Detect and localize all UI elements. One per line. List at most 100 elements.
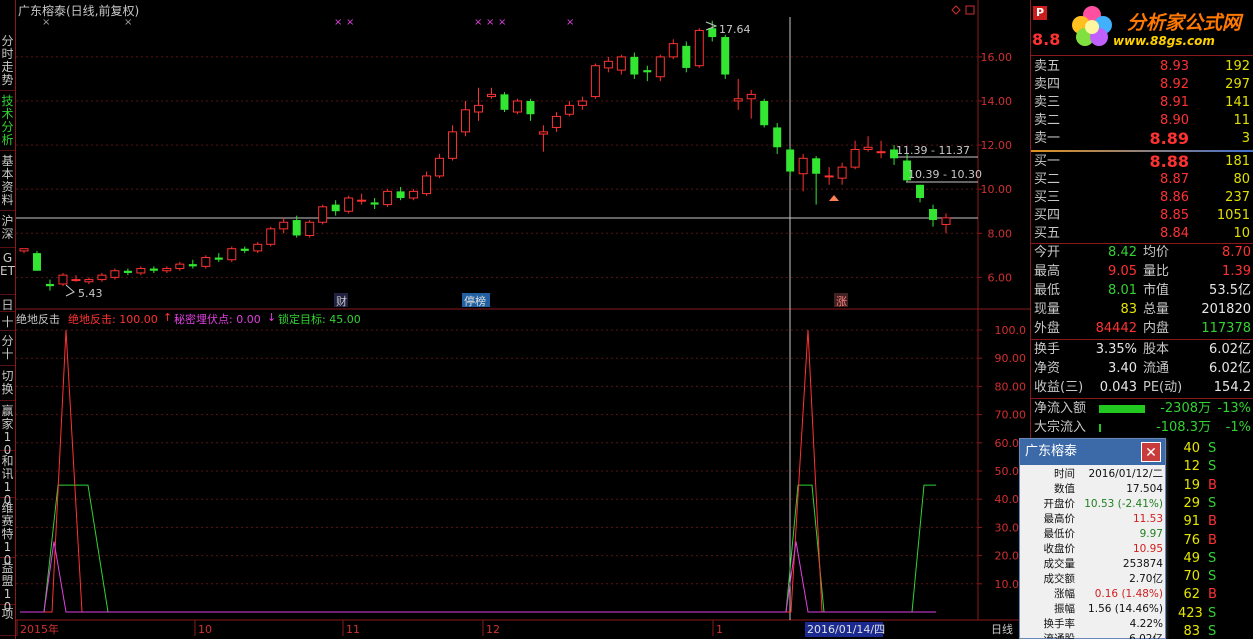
left-tab-9[interactable]: 赢家10 [0, 403, 15, 457]
book-label: 卖二 [1034, 113, 1061, 128]
site-logo: 分析家公式网 www.88gs.com [1057, 0, 1253, 52]
popup-value: 6.02亿 [1129, 633, 1163, 639]
popup-row: 开盘价 10.53 (-2.41%) [1020, 497, 1167, 512]
popup-value: 17.504 [1126, 483, 1163, 495]
tick-row: 40 S [1178, 440, 1253, 458]
p-badge[interactable]: P [1033, 6, 1047, 20]
candle [32, 250, 41, 271]
left-tab-13[interactable]: 项 [0, 606, 15, 636]
left-tab-0[interactable]: 分时走势 [0, 33, 15, 91]
book-price: 8.85 [1160, 208, 1189, 223]
tick-row: 19 B [1178, 477, 1253, 495]
stat-key: 最低 [1034, 283, 1061, 298]
stat-value: 8.70 [1222, 245, 1251, 260]
tick-volume: 423 [1178, 605, 1203, 621]
signal-mark: × [474, 17, 482, 28]
left-tab-3[interactable]: 沪深 [0, 213, 15, 248]
left-tab-7[interactable]: 分十 [0, 333, 15, 366]
book-price: 8.84 [1160, 226, 1189, 241]
indicator-y-tick: 100.0 [995, 324, 1027, 337]
tick-side: S [1208, 441, 1217, 456]
left-tab-8[interactable]: 切换 [0, 368, 15, 401]
event-label[interactable]: 停榜 [464, 294, 486, 308]
y-tick-label: 16.00 [981, 51, 1013, 64]
candle [733, 78, 743, 110]
left-tab-11[interactable]: 维赛特10 [0, 500, 15, 567]
left-tab-bar: 分时走势技术分析基本资料沪深 GET 日十分十 切换赢家10 和讯10 维赛特10 益盟10… [0, 0, 16, 639]
event-label[interactable]: 涨 [836, 295, 847, 308]
tick-row: 12 S [1178, 458, 1253, 476]
popup-header[interactable]: 广东榕泰 ✕ [1020, 439, 1165, 465]
event-label[interactable]: 财 [336, 294, 347, 308]
line-sdmb [20, 484, 936, 613]
book-label: 卖三 [1034, 95, 1061, 110]
signal-mark: × [124, 17, 132, 28]
popup-value: 11.53 [1132, 513, 1163, 525]
candle [110, 268, 120, 280]
popup-value: 0.16 (1.48%) [1094, 588, 1163, 600]
period-label[interactable]: 日线 [991, 622, 1013, 636]
stat-value: 83 [1120, 302, 1137, 317]
candle [253, 242, 263, 254]
left-tab-6[interactable]: 十 [0, 314, 15, 331]
book-label: 卖四 [1034, 77, 1061, 92]
candle [123, 268, 132, 276]
popup-row: 成交额 2.70亿 [1020, 572, 1167, 587]
popup-key: 换手率 [1043, 618, 1076, 630]
candle [409, 189, 419, 201]
book-row[interactable]: 买四 8.85 1051 [1031, 207, 1253, 225]
chart-area[interactable]: 广东榕泰(日线,前复权) 16.00 14.00 12.00 10.00 8.00 6.0… [16, 0, 1030, 639]
up-marker-icon [829, 195, 839, 201]
bar-info-popup[interactable]: 广东榕泰 ✕ 时间 2016/01/12/二 数值 17.504 开盘价 10.53 (-… [1019, 438, 1166, 639]
tick-row: 76 B [1178, 532, 1253, 550]
close-icon[interactable]: ✕ [1141, 442, 1161, 462]
book-row[interactable]: 卖四 8.92 297 [1031, 76, 1253, 94]
left-tab-1[interactable]: 技术分析 [0, 93, 15, 151]
candle [71, 275, 81, 282]
x-tick-label: 12 [486, 623, 500, 636]
popup-key: 涨幅 [1054, 588, 1075, 600]
candle [746, 89, 756, 119]
book-row[interactable]: 买一 8.88 181 [1031, 153, 1253, 171]
y-tick-label: 6.00 [988, 271, 1013, 284]
left-tab-2[interactable]: 基本资料 [0, 153, 15, 211]
logo-url: www.88gs.com [1113, 34, 1215, 48]
candle [760, 98, 769, 128]
indicator-y-tick: 80.00 [995, 380, 1027, 393]
book-row[interactable]: 卖五 8.93 192 [1031, 58, 1253, 76]
book-price: 8.89 [1149, 129, 1189, 148]
book-row[interactable]: 买二 8.87 80 [1031, 171, 1253, 189]
stat-value: 53.5亿 [1209, 283, 1251, 298]
book-volume: 3 [1241, 131, 1250, 146]
diamond-icon[interactable] [951, 5, 961, 15]
candle [19, 248, 29, 254]
square-icon[interactable] [965, 5, 975, 15]
left-tab-5[interactable]: 日 [0, 297, 15, 312]
flow-pct: -13% [1217, 401, 1251, 416]
candle [214, 253, 223, 262]
book-row[interactable]: 卖一 8.89 3 [1031, 130, 1253, 148]
stat-value: 117378 [1201, 321, 1251, 336]
book-label: 卖一 [1034, 131, 1061, 146]
book-row[interactable]: 买三 8.86 237 [1031, 189, 1253, 207]
stat-value: 3.40 [1108, 361, 1137, 376]
popup-key: 数值 [1054, 483, 1075, 495]
indicator-y-tick: 70.00 [995, 409, 1027, 422]
left-tab-4[interactable]: GET [0, 250, 15, 295]
left-tab-12[interactable]: 益盟10 [0, 560, 15, 614]
candle [266, 226, 276, 247]
popup-row: 最低价 9.97 [1020, 527, 1167, 542]
book-row[interactable]: 买五 8.84 10 [1031, 225, 1253, 243]
candle [357, 193, 367, 205]
popup-row: 振幅 1.56 (14.46%) [1020, 602, 1167, 617]
book-price: 8.93 [1160, 59, 1189, 74]
stat-value: 201820 [1201, 302, 1251, 317]
flow-value: -108.3万 [1156, 420, 1211, 435]
left-tab-10[interactable]: 和讯10 [0, 453, 15, 507]
book-row[interactable]: 卖三 8.91 141 [1031, 94, 1253, 112]
book-row[interactable]: 卖二 8.90 11 [1031, 112, 1253, 130]
popup-key: 振幅 [1054, 603, 1075, 615]
signal-mark: × [486, 17, 494, 28]
popup-key: 成交量 [1043, 558, 1076, 570]
x-tick-label: 1 [716, 623, 723, 636]
